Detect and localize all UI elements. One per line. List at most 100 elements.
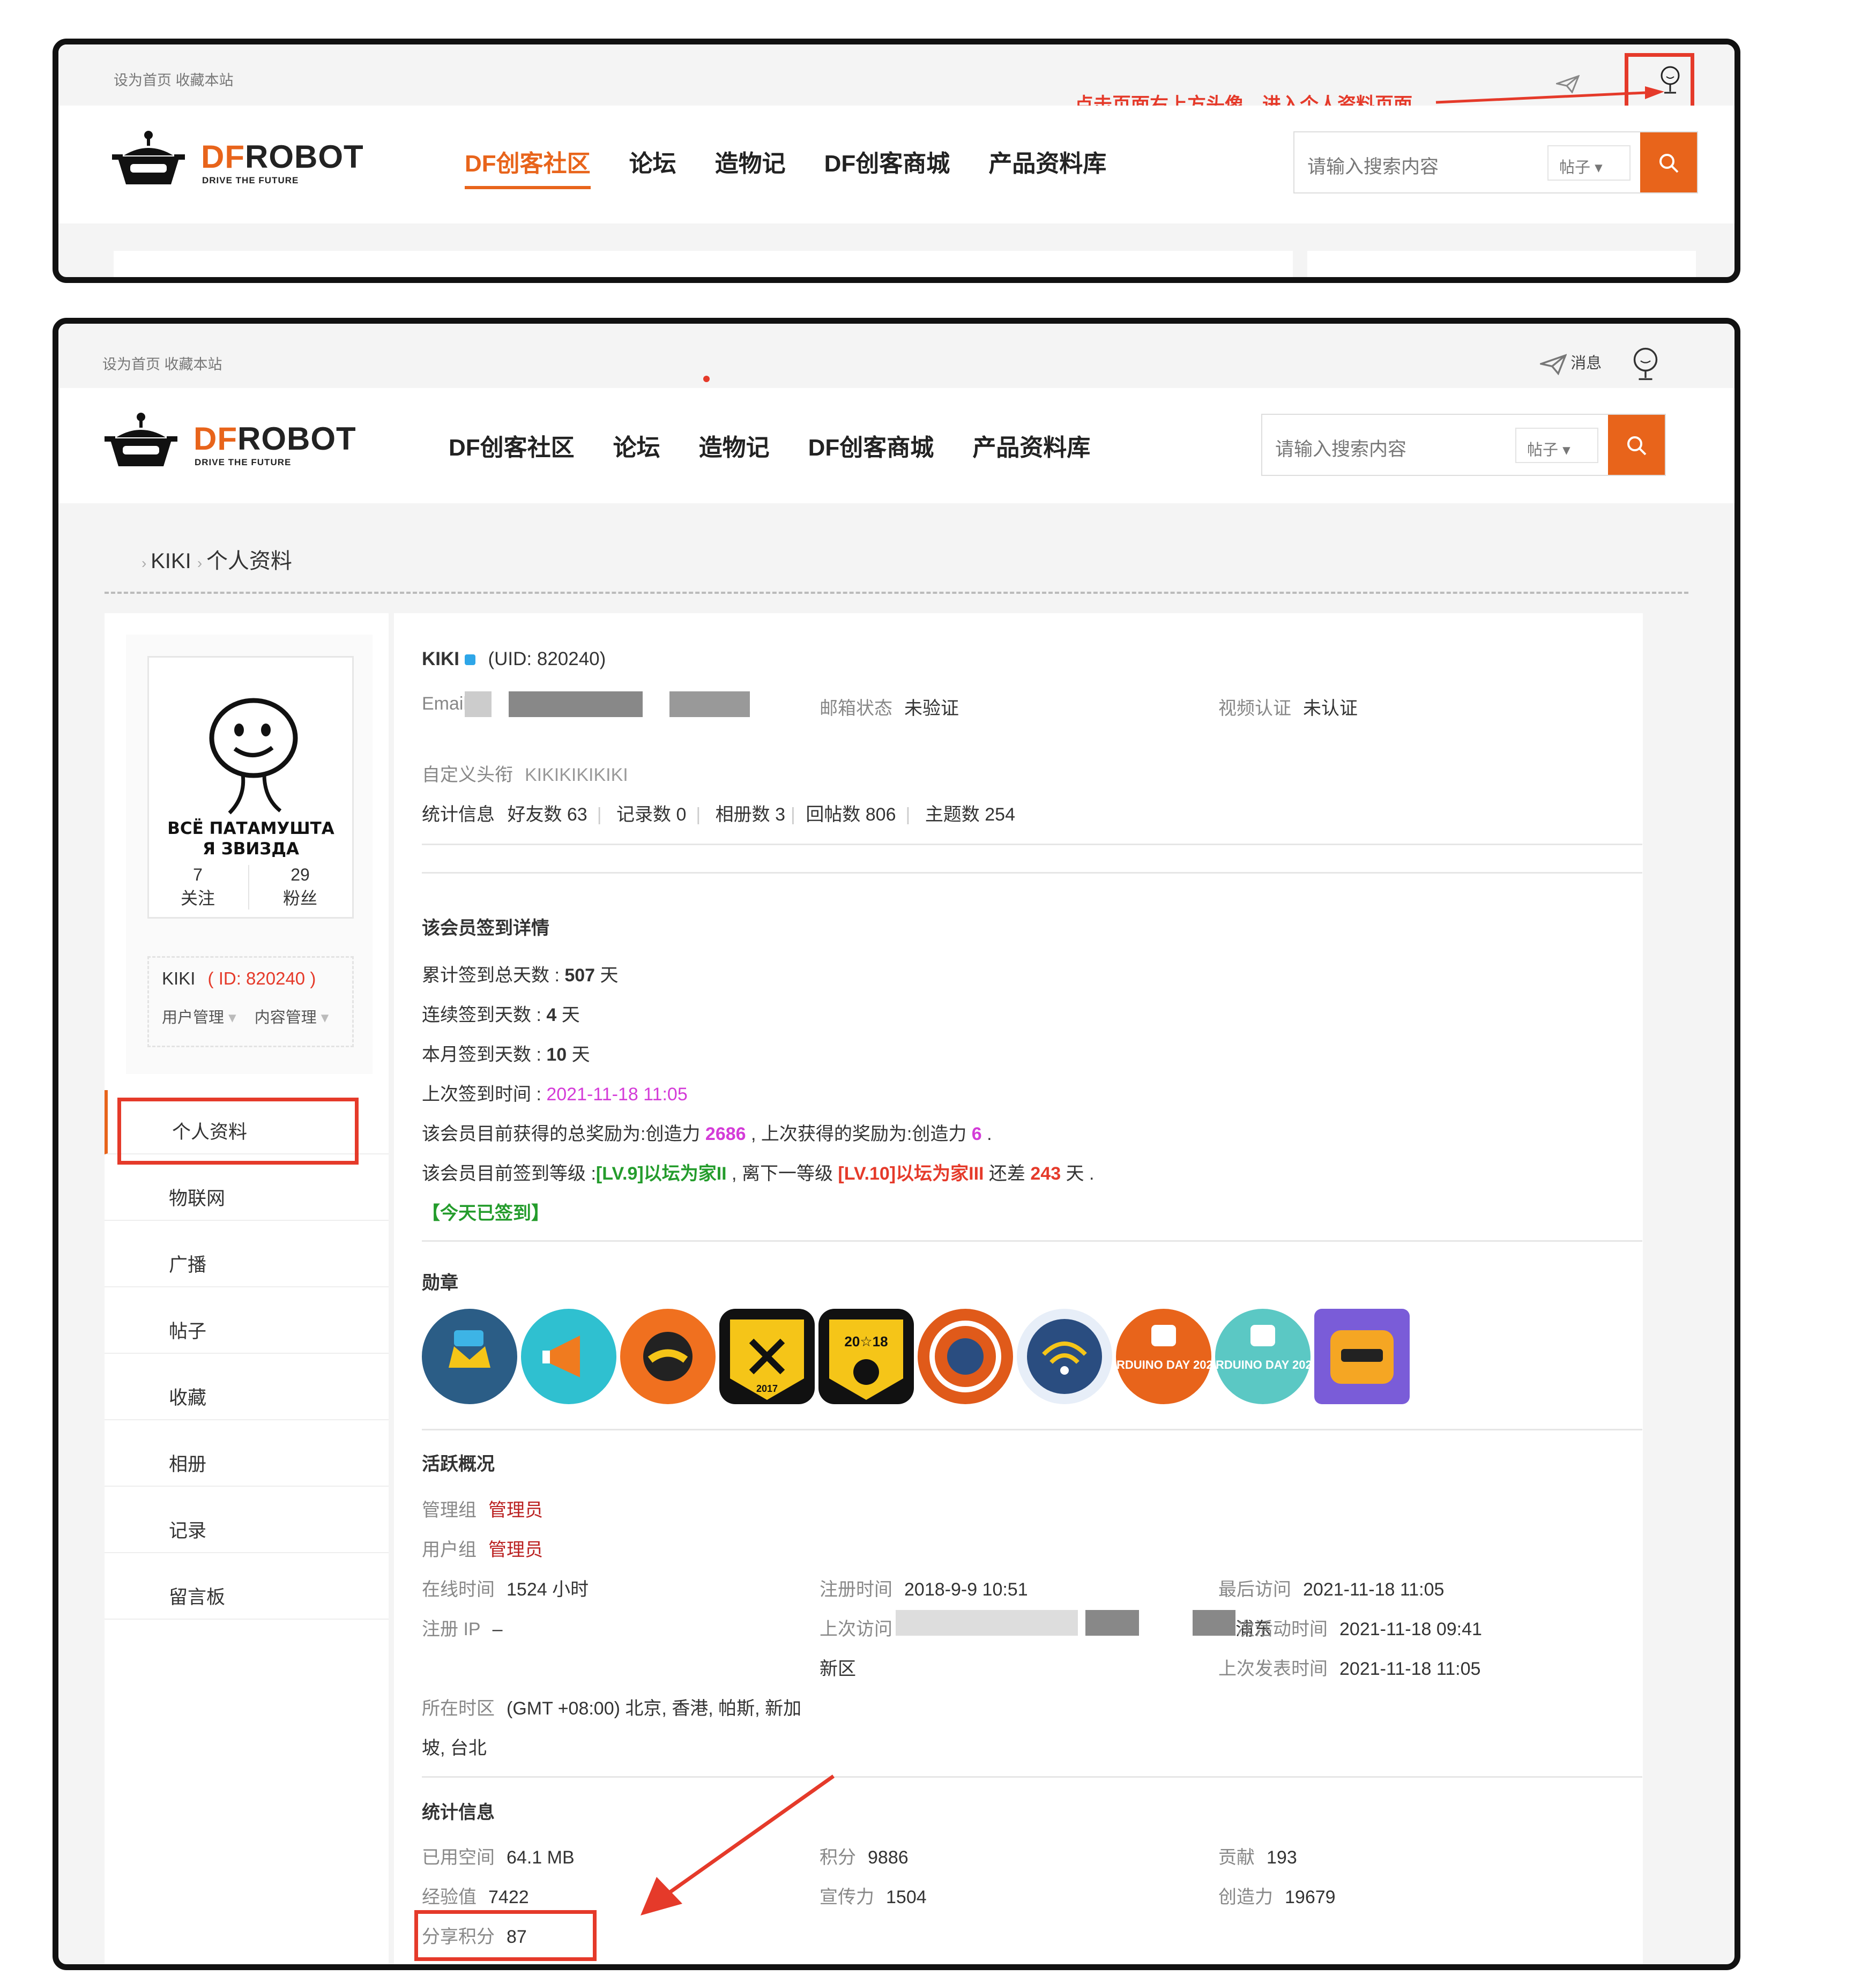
level-next: [LV.10]以坛为家III: [838, 1164, 984, 1184]
menu-posts[interactable]: 帖子: [105, 1289, 389, 1354]
top-links[interactable]: 设为首页 收藏本站: [114, 69, 234, 90]
logo-tagline: DRIVE THE FUTURE: [195, 457, 292, 467]
stat-replies[interactable]: 回帖数 806: [806, 804, 896, 825]
follow-label: 关注: [180, 889, 215, 908]
medal-2018-icon[interactable]: 20☆18: [818, 1309, 914, 1404]
space-label: 已用空间: [422, 1847, 495, 1868]
online-time-value: 1524 小时: [507, 1579, 589, 1600]
nav-maker-log[interactable]: 造物记: [699, 428, 770, 463]
space-row: 已用空间 64.1 MB: [422, 1843, 575, 1869]
user-manage-label: 用户管理: [162, 1009, 225, 1026]
search-button[interactable]: [1608, 415, 1665, 475]
divider: [422, 844, 1642, 845]
logo-robot: ROBOT: [244, 139, 364, 175]
reg-time-row: 注册时间 2018-9-9 10:51: [820, 1575, 1028, 1601]
nav-forum[interactable]: 论坛: [613, 428, 660, 463]
medal-king-icon[interactable]: [422, 1309, 517, 1404]
search-icon: [1627, 436, 1647, 456]
menu-guestbook[interactable]: 留言板: [105, 1555, 389, 1620]
timezone-row: 所在时区 (GMT +08:00) 北京, 香港, 帕斯, 新加: [422, 1694, 801, 1720]
stat-albums[interactable]: 相册数 3: [716, 804, 785, 825]
checkin-total: 累计签到总天数 : 507 天: [422, 960, 619, 987]
menu-broadcast[interactable]: 广播: [105, 1223, 389, 1287]
stat-friends[interactable]: 好友数 63: [507, 804, 587, 825]
nav-store[interactable]: DF创客商城: [808, 428, 934, 463]
nav-community[interactable]: DF创客社区: [449, 428, 575, 463]
top-links[interactable]: 设为首页 收藏本站: [102, 353, 222, 374]
main-nav: DF创客社区 论坛 造物记 DF创客商城 产品资料库: [449, 428, 1129, 463]
checkin-last: 上次签到时间 : 2021-11-18 11:05: [422, 1079, 688, 1106]
exp-value: 7422: [488, 1887, 529, 1907]
email-label: Email: [422, 694, 468, 714]
medal-arduino-2021-icon[interactable]: ARDUINO DAY 2021: [1207, 1309, 1319, 1404]
content-manage-menu[interactable]: 内容管理 ▾: [255, 1009, 329, 1026]
logo[interactable]: DFROBOT DRIVE THE FUTURE: [112, 130, 391, 194]
admin-group-row: 管理组 管理员: [422, 1495, 543, 1522]
medal-helper-icon[interactable]: [620, 1309, 716, 1404]
menu-iot[interactable]: 物联网: [105, 1157, 389, 1221]
verified-icon: [464, 654, 475, 665]
nav-maker-log[interactable]: 造物记: [715, 144, 786, 178]
menu-favorites[interactable]: 收藏: [105, 1356, 389, 1420]
menu-iot-label: 物联网: [169, 1188, 226, 1209]
profile-name-row: KIKI (UID: 820240): [422, 648, 606, 670]
badge-2018-icon: 20☆18: [829, 1319, 903, 1400]
nav-products[interactable]: 产品资料库: [972, 428, 1090, 463]
checkin-total-label: 累计签到总天数 :: [422, 965, 565, 986]
gear-icon: [929, 1321, 1001, 1392]
user-group-value[interactable]: 管理员: [488, 1540, 543, 1560]
top-bar: 设为首页 收藏本站: [58, 329, 1734, 390]
search-input[interactable]: 请输入搜索内容: [1275, 434, 1406, 461]
medal-megaphone-icon[interactable]: [521, 1309, 616, 1404]
content-strip-left: [114, 251, 1293, 277]
profile-main: KIKI (UID: 820240) Email 邮箱状态 未验证 视频认证 未认证…: [394, 613, 1643, 1964]
user-manage-menu[interactable]: 用户管理 ▾: [162, 1009, 236, 1026]
nav-community[interactable]: DF创客社区: [465, 144, 591, 189]
email-redaction: [465, 691, 492, 717]
follow-count: 7: [193, 865, 203, 884]
ip-redaction: [1085, 1610, 1139, 1636]
search-type-select[interactable]: 帖子 ▾: [1547, 145, 1631, 181]
admin-group-value[interactable]: 管理员: [488, 1500, 543, 1520]
nav-forum[interactable]: 论坛: [629, 144, 676, 178]
logo[interactable]: DFROBOT DRIVE THE FUTURE: [105, 412, 383, 476]
sidebar: ВСЁ ПАТАМУШТА Я ЗВИЗДА 7 关注 29 粉丝 KIKI (…: [105, 613, 389, 1964]
divider: [422, 1429, 1642, 1430]
site-header: DFROBOT DRIVE THE FUTURE DF创客社区 论坛 造物记 DF创客…: [58, 106, 1734, 223]
checkin-month-label: 本月签到天数 :: [422, 1045, 547, 1065]
medal-arduino-2020-icon[interactable]: ARDUINO DAY 2020: [1108, 1309, 1219, 1404]
level-text-b: , 离下一等级: [726, 1164, 838, 1184]
arduino-day-2020-icon: ARDUINO DAY 2020: [1108, 1325, 1219, 1371]
red-dot: [703, 376, 710, 382]
statistics-title: 统计信息: [422, 1802, 495, 1823]
checkin-today[interactable]: 【今天已签到】: [422, 1198, 549, 1225]
nav-products[interactable]: 产品资料库: [988, 144, 1106, 178]
content-strip-right: [1307, 251, 1696, 277]
space-value: 64.1 MB: [507, 1847, 575, 1868]
medal-robot-icon[interactable]: [1314, 1309, 1410, 1404]
header-avatar[interactable]: [1628, 346, 1663, 382]
stat-threads[interactable]: 主题数 254: [925, 804, 1015, 825]
medal-2017-icon[interactable]: 2017: [719, 1309, 815, 1404]
medal-iot-icon[interactable]: [1017, 1309, 1112, 1404]
divider: [422, 872, 1642, 874]
fans-stat[interactable]: 29 粉丝: [249, 865, 351, 910]
timezone-value: (GMT +08:00) 北京, 香港, 帕斯, 新加: [507, 1698, 802, 1719]
stat-records[interactable]: 记录数 0: [616, 804, 686, 825]
medal-list: 2017 20☆18 ARDUINO DAY 2020 ARDUINO DAY …: [422, 1309, 1440, 1405]
reward-text-a: 该会员目前获得的总奖励为:创造力: [422, 1124, 705, 1144]
menu-posts-label: 帖子: [169, 1321, 207, 1342]
follow-stat[interactable]: 7 关注: [147, 865, 249, 910]
nav-store[interactable]: DF创客商城: [824, 144, 950, 178]
menu-records[interactable]: 记录: [105, 1489, 389, 1553]
search-input[interactable]: 请输入搜索内容: [1307, 152, 1439, 179]
fans-count: 29: [291, 865, 310, 884]
last-post-label: 上次发表时间: [1218, 1659, 1328, 1679]
custom-title-value: KIKIKIKIKIKI: [525, 765, 628, 785]
search-button[interactable]: [1640, 132, 1697, 192]
menu-album[interactable]: 相册: [105, 1422, 389, 1487]
search-type-select[interactable]: 帖子 ▾: [1515, 428, 1598, 463]
breadcrumb-user[interactable]: KIKI: [151, 549, 191, 573]
message-link[interactable]: 消息: [1538, 351, 1602, 376]
medal-maker-icon[interactable]: [918, 1309, 1013, 1404]
